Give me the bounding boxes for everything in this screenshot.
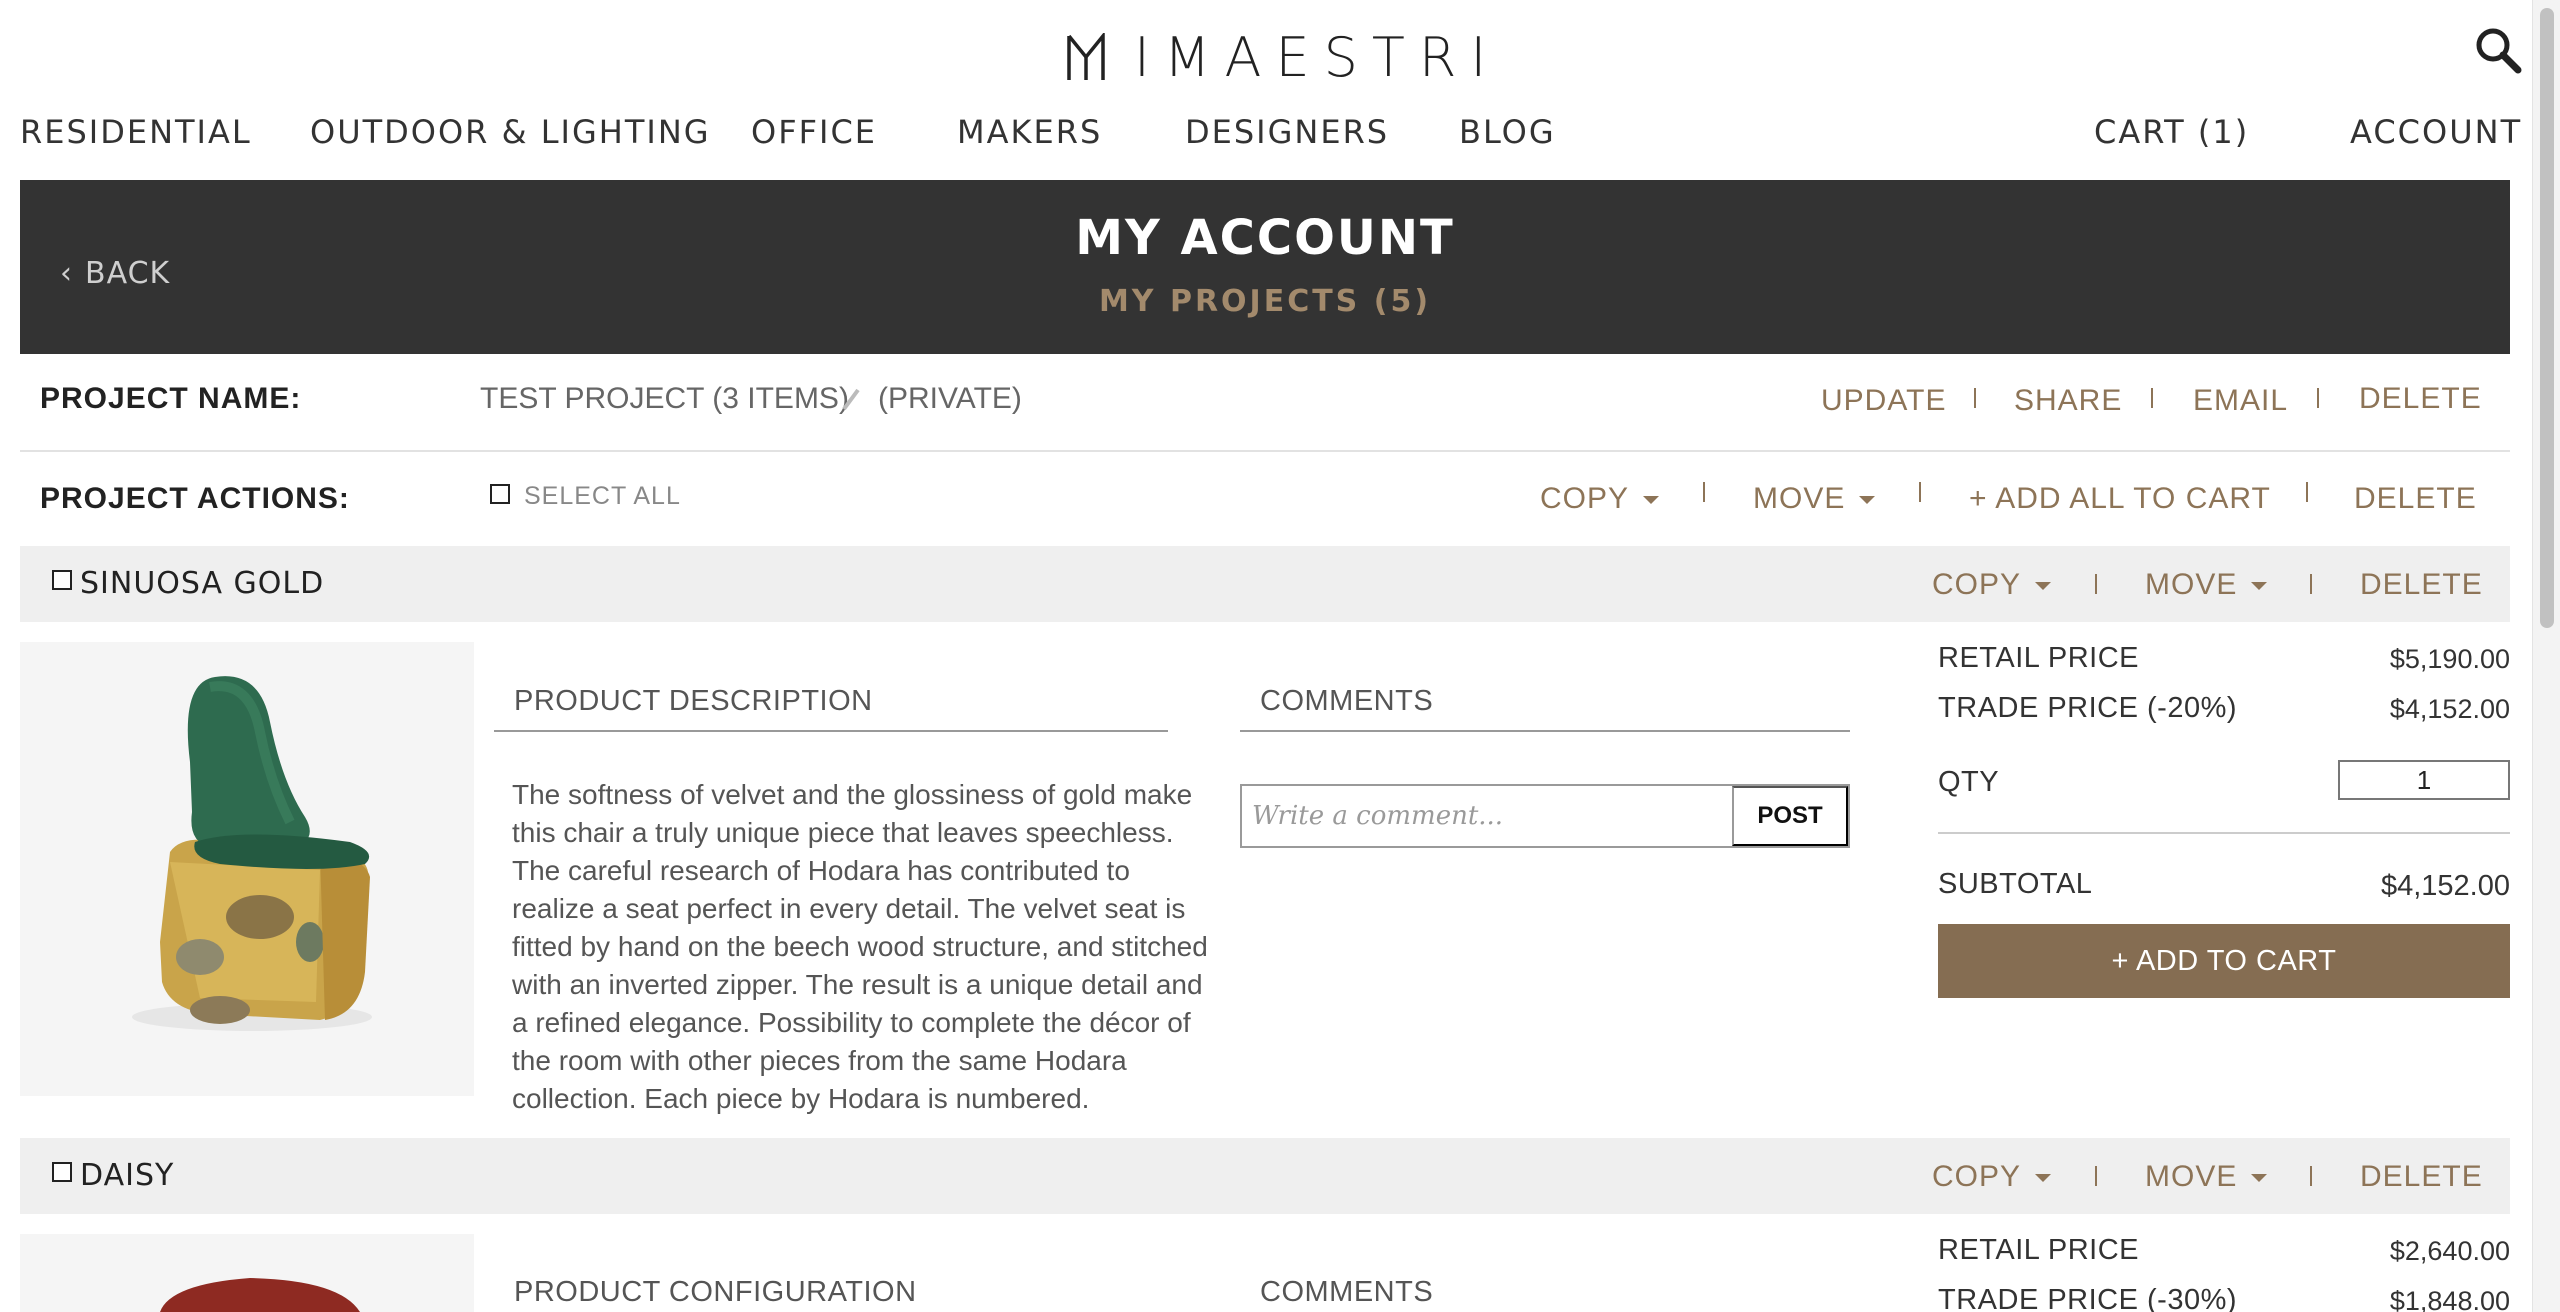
divider <box>2310 574 2312 594</box>
divider <box>2317 388 2319 408</box>
caret-down-icon <box>2035 1174 2052 1183</box>
price-divider <box>1938 832 2510 834</box>
my-projects-link[interactable]: MY PROJECTS (5) <box>20 284 2510 319</box>
nav-makers[interactable]: MAKERS <box>957 112 1102 152</box>
project-actions-label: PROJECT ACTIONS: <box>40 482 350 515</box>
retail-price-label: RETAIL PRICE <box>1938 642 2139 674</box>
copy-all-dropdown[interactable]: COPY <box>1540 482 1660 516</box>
logo-mark-icon <box>1067 33 1105 80</box>
comments-title: COMMENTS <box>1260 1276 1434 1308</box>
trade-price-value: $1,848.00 <box>2389 1286 2510 1312</box>
trade-price-label: TRADE PRICE (-30%) <box>1938 1284 2238 1312</box>
divider <box>2095 1166 2097 1186</box>
email-project-button[interactable]: EMAIL <box>2193 384 2288 418</box>
search-icon[interactable] <box>2474 26 2522 74</box>
nav-account[interactable]: ACCOUNT <box>2350 112 2522 152</box>
caret-down-icon <box>2251 582 2268 591</box>
quantity-input[interactable] <box>2338 760 2510 800</box>
delete-selected-button[interactable]: DELETE <box>2354 482 2477 516</box>
comment-form: POST <box>1240 784 1850 848</box>
caret-down-icon <box>2035 582 2052 591</box>
comments-title: COMMENTS <box>1260 685 1434 717</box>
trade-price-label: TRADE PRICE (-20%) <box>1938 692 2238 724</box>
page-title: MY ACCOUNT <box>1075 210 1455 266</box>
section-title: PRODUCT DESCRIPTION <box>514 685 873 717</box>
section-divider <box>494 730 1168 732</box>
move-label: MOVE <box>2145 1160 2238 1193</box>
copy-label: COPY <box>1932 1160 2022 1193</box>
caret-down-icon <box>1859 496 1876 505</box>
product-checkbox[interactable] <box>52 1162 72 1182</box>
product-image[interactable] <box>20 642 474 1096</box>
page: IMAESTRI RESIDENTIAL OUTDOOR & LIGHTING … <box>0 0 2532 1312</box>
retail-price-value: $2,640.00 <box>2389 1236 2510 1266</box>
select-all-label[interactable]: SELECT ALL <box>524 482 681 511</box>
brand-name: IMAESTRI <box>1134 26 1501 89</box>
retail-price-value: $5,190.00 <box>2389 644 2510 674</box>
divider <box>2306 482 2308 502</box>
product-name: SINUOSA GOLD <box>80 566 325 601</box>
vertical-scrollbar[interactable] <box>2532 0 2560 1312</box>
nav-designers[interactable]: DESIGNERS <box>1185 112 1389 152</box>
product-header: SINUOSA GOLD COPY MOVE DELETE <box>20 546 2510 622</box>
chair-illustration <box>160 1278 360 1312</box>
product-delete-button[interactable]: DELETE <box>2360 1160 2483 1194</box>
add-to-cart-button[interactable]: + ADD TO CART <box>1938 924 2510 998</box>
product-image[interactable] <box>20 1234 474 1312</box>
caret-down-icon <box>2251 1174 2268 1183</box>
pencil-icon[interactable] <box>840 386 862 412</box>
product-checkbox[interactable] <box>52 570 72 590</box>
project-actions-row: PROJECT ACTIONS: SELECT ALL COPY MOVE + … <box>20 452 2510 546</box>
chair-illustration <box>132 676 372 1031</box>
project-name-row: PROJECT NAME: TEST PROJECT (3 ITEMS) (PR… <box>20 356 2510 452</box>
project-name-label: PROJECT NAME: <box>40 382 302 415</box>
move-all-dropdown[interactable]: MOVE <box>1753 482 1876 516</box>
add-all-to-cart-button[interactable]: + ADD ALL TO CART <box>1969 482 2271 516</box>
caret-down-icon <box>1643 496 1660 505</box>
nav-blog[interactable]: BLOG <box>1459 112 1556 152</box>
nav-outdoor-lighting[interactable]: OUTDOOR & LIGHTING <box>310 112 711 152</box>
nav-cart[interactable]: CART (1) <box>2094 112 2249 152</box>
section-title: PRODUCT CONFIGURATION <box>514 1276 917 1308</box>
share-project-button[interactable]: SHARE <box>2014 384 2122 418</box>
trade-price-value: $4,152.00 <box>2389 694 2510 724</box>
comment-input[interactable] <box>1242 786 1732 846</box>
move-label: MOVE <box>2145 568 2238 601</box>
subtotal-value: $4,152.00 <box>2380 870 2510 902</box>
divider <box>2151 388 2153 408</box>
subtotal-label: SUBTOTAL <box>1938 868 2093 900</box>
product-copy-dropdown[interactable]: COPY <box>1932 568 2052 602</box>
retail-price-label: RETAIL PRICE <box>1938 1234 2139 1266</box>
move-label: MOVE <box>1753 482 1846 515</box>
divider <box>2095 574 2097 594</box>
brand-logo[interactable]: IMAESTRI <box>1066 30 1500 86</box>
divider <box>1974 388 1976 408</box>
post-comment-button[interactable]: POST <box>1732 786 1848 846</box>
qty-label: QTY <box>1938 766 2000 798</box>
product-name: DAISY <box>80 1158 175 1193</box>
delete-project-button[interactable]: DELETE <box>2359 382 2482 416</box>
product-header: DAISY COPY MOVE DELETE <box>20 1138 2510 1214</box>
product-description: The softness of velvet and the glossines… <box>512 779 1208 1114</box>
project-visibility: (PRIVATE) <box>878 382 1022 415</box>
divider <box>2310 1166 2312 1186</box>
account-banner: ‹ BACK MY ACCOUNT MY PROJECTS (5) <box>20 180 2510 354</box>
product-move-dropdown[interactable]: MOVE <box>2145 1160 2268 1194</box>
divider <box>1703 482 1705 502</box>
product-delete-button[interactable]: DELETE <box>2360 568 2483 602</box>
product-copy-dropdown[interactable]: COPY <box>1932 1160 2052 1194</box>
divider <box>1919 482 1921 502</box>
product-move-dropdown[interactable]: MOVE <box>2145 568 2268 602</box>
scrollbar-thumb[interactable] <box>2540 8 2554 628</box>
update-project-button[interactable]: UPDATE <box>1821 384 1946 418</box>
copy-label: COPY <box>1540 482 1630 515</box>
project-name-value: TEST PROJECT (3 ITEMS) <box>480 382 849 415</box>
select-all-checkbox[interactable] <box>490 484 510 504</box>
copy-label: COPY <box>1932 568 2022 601</box>
nav-office[interactable]: OFFICE <box>751 112 877 152</box>
main-nav: RESIDENTIAL OUTDOOR & LIGHTING OFFICE MA… <box>0 112 2532 152</box>
comments-divider <box>1240 730 1850 732</box>
nav-residential[interactable]: RESIDENTIAL <box>20 112 252 152</box>
